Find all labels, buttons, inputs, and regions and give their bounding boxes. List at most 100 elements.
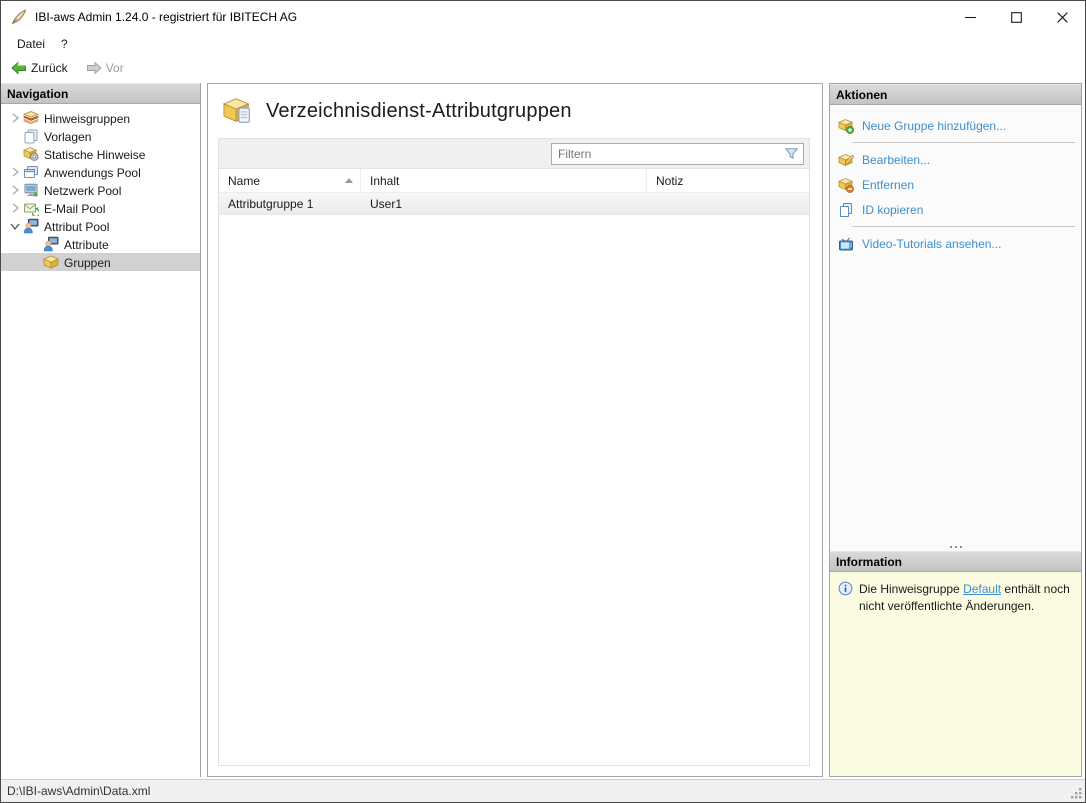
page-title-block: Verzeichnisdienst-Attributgruppen xyxy=(222,96,810,126)
splitter-grip-icon xyxy=(954,545,957,548)
chevron-right-icon[interactable] xyxy=(7,182,23,198)
back-arrow-icon xyxy=(11,60,27,76)
back-button-label: Zurück xyxy=(31,60,68,75)
filter-bar xyxy=(219,139,809,169)
group-remove-icon xyxy=(838,177,854,193)
action-label: Entfernen xyxy=(862,178,915,192)
action-label: Video-Tutorials ansehen... xyxy=(862,237,1002,251)
filter-field xyxy=(551,142,804,165)
navigation-panel: Navigation Hinweisgruppen Vorlagen Stati… xyxy=(1,83,201,777)
group-edit-icon xyxy=(838,152,854,168)
right-panel: Aktionen Neue Gruppe hinzufügen... Bearb… xyxy=(829,83,1082,777)
tree-item-gruppen[interactable]: Gruppen xyxy=(1,253,200,271)
action-label: Neue Gruppe hinzufügen... xyxy=(862,119,1007,133)
attribute-groups-icon xyxy=(222,96,254,126)
cell-name: Attributgruppe 1 xyxy=(228,196,314,211)
sort-ascending-icon xyxy=(345,178,353,183)
email-pool-icon xyxy=(23,200,39,216)
information-message: Die Hinweisgruppe Default enthält noch n… xyxy=(859,582,1070,613)
tree-label: Statische Hinweise xyxy=(44,147,146,162)
filter-input[interactable] xyxy=(558,146,784,161)
chevron-right-icon[interactable] xyxy=(7,200,23,216)
tree-label: Attribut Pool xyxy=(44,219,110,234)
status-bar: D:\IBI-aws\Admin\Data.xml xyxy=(1,779,1085,802)
window-title: IBI-aws Admin 1.24.0 - registriert für I… xyxy=(35,10,298,24)
info-icon xyxy=(838,581,853,596)
group-add-icon xyxy=(838,118,854,134)
tree-label: Netzwerk Pool xyxy=(44,183,122,198)
tree-item-hinweisgruppen[interactable]: Hinweisgruppen xyxy=(1,109,200,127)
cell-inhalt: User1 xyxy=(370,196,403,211)
forward-button[interactable]: Vor xyxy=(82,58,128,78)
tree-label: Vorlagen xyxy=(44,129,92,144)
video-tutorials-icon xyxy=(838,236,854,252)
tree-item-vorlagen[interactable]: Vorlagen xyxy=(1,127,200,145)
back-button[interactable]: Zurück xyxy=(7,58,72,78)
forward-button-label: Vor xyxy=(105,60,124,75)
table-empty-area xyxy=(219,215,809,765)
action-edit[interactable]: Bearbeiten... xyxy=(838,148,1077,171)
menu-bar: Datei ? xyxy=(1,33,1085,54)
tree-label: E-Mail Pool xyxy=(44,201,106,216)
tree-item-netzwerk-pool[interactable]: Netzwerk Pool xyxy=(1,181,200,199)
tree-label: Attribute xyxy=(64,237,109,252)
action-add-group[interactable]: Neue Gruppe hinzufügen... xyxy=(838,114,1077,137)
forward-arrow-icon xyxy=(86,60,102,76)
filter-funnel-icon[interactable] xyxy=(784,146,799,161)
minimize-button[interactable] xyxy=(947,1,993,33)
tree-item-anwendungs-pool[interactable]: Anwendungs Pool xyxy=(1,163,200,181)
copy-icon xyxy=(838,202,854,218)
actions-separator xyxy=(852,142,1075,143)
action-remove[interactable]: Entfernen xyxy=(838,173,1077,196)
action-copy-id[interactable]: ID kopieren xyxy=(838,198,1077,221)
menu-help[interactable]: ? xyxy=(53,35,76,53)
actions-list: Neue Gruppe hinzufügen... Bearbeiten... xyxy=(830,105,1081,542)
column-header-name[interactable]: Name xyxy=(219,169,361,192)
templates-icon xyxy=(23,128,39,144)
attributes-icon xyxy=(43,236,59,252)
tree-item-attribute[interactable]: Attribute xyxy=(1,235,200,253)
actions-header: Aktionen xyxy=(830,84,1081,105)
maximize-button[interactable] xyxy=(993,1,1039,33)
application-pool-icon xyxy=(23,164,39,180)
close-button[interactable] xyxy=(1039,1,1085,33)
static-notices-icon xyxy=(23,146,39,162)
page-title: Verzeichnisdienst-Attributgruppen xyxy=(266,99,572,122)
quill-app-icon xyxy=(10,8,28,26)
title-bar: IBI-aws Admin 1.24.0 - registriert für I… xyxy=(1,1,1085,33)
tree-item-attribut-pool[interactable]: Attribut Pool xyxy=(1,217,200,235)
action-label: Bearbeiten... xyxy=(862,153,931,167)
tree-item-statische-hinweise[interactable]: Statische Hinweise xyxy=(1,145,200,163)
data-file-path: D:\IBI-aws\Admin\Data.xml xyxy=(7,784,151,798)
navigation-header: Navigation xyxy=(1,83,200,104)
content-area: Navigation Hinweisgruppen Vorlagen Stati… xyxy=(1,81,1085,779)
information-body: Die Hinweisgruppe Default enthält noch n… xyxy=(830,572,1081,776)
action-label: ID kopieren xyxy=(862,203,924,217)
main-panel: Verzeichnisdienst-Attributgruppen Filter… xyxy=(207,83,823,777)
chevron-right-icon[interactable] xyxy=(7,164,23,180)
panel-splitter[interactable] xyxy=(830,542,1081,551)
column-header-notiz[interactable]: Notiz xyxy=(647,169,809,192)
tree-item-email-pool[interactable]: E-Mail Pool xyxy=(1,199,200,217)
chevron-right-icon[interactable] xyxy=(7,110,23,126)
notice-groups-icon xyxy=(23,110,39,126)
actions-separator xyxy=(852,226,1075,227)
group-list: Name Inhalt Notiz Attributgruppe 1 User1 xyxy=(218,138,810,766)
default-group-link[interactable]: Default xyxy=(963,582,1001,596)
tree-label: Gruppen xyxy=(64,255,111,270)
groups-icon xyxy=(43,254,59,270)
table-header-row: Name Inhalt Notiz xyxy=(219,169,809,193)
information-header: Information xyxy=(830,551,1081,572)
network-pool-icon xyxy=(23,182,39,198)
attribute-pool-icon xyxy=(23,218,39,234)
navigation-tree: Hinweisgruppen Vorlagen Statische Hinwei… xyxy=(1,104,200,271)
app-window: IBI-aws Admin 1.24.0 - registriert für I… xyxy=(0,0,1086,803)
column-header-inhalt[interactable]: Inhalt xyxy=(361,169,647,192)
action-video-tutorials[interactable]: Video-Tutorials ansehen... xyxy=(838,232,1077,255)
table-row[interactable]: Attributgruppe 1 User1 xyxy=(219,193,809,215)
tree-label: Hinweisgruppen xyxy=(44,111,131,126)
menu-datei[interactable]: Datei xyxy=(9,35,53,53)
nav-toolbar: Zurück Vor xyxy=(1,54,1085,81)
resize-grip[interactable] xyxy=(1070,787,1083,800)
chevron-down-icon[interactable] xyxy=(7,218,23,234)
